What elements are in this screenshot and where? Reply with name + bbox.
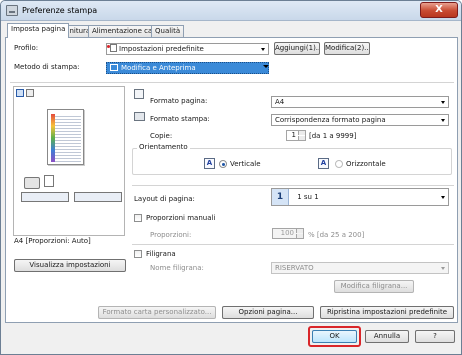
add-profile-button[interactable]: Aggiungi(1)... bbox=[274, 42, 320, 55]
window-title: Preferenze stampa bbox=[22, 6, 98, 15]
portrait-orientation-icon: A bbox=[204, 158, 215, 169]
profile-select[interactable]: Impostazioni predefinite bbox=[106, 43, 269, 55]
close-button[interactable]: X bbox=[420, 2, 458, 18]
landscape-radio[interactable] bbox=[335, 160, 343, 168]
manual-scaling-label: Proporzioni manuali bbox=[146, 214, 216, 222]
profile-label: Profilo: bbox=[14, 44, 39, 52]
chevron-down-icon bbox=[441, 119, 445, 122]
portrait-radio[interactable] bbox=[219, 160, 227, 168]
paper-stack-icon bbox=[44, 175, 54, 187]
printer-view-icon[interactable] bbox=[26, 89, 34, 97]
profile-value: Impostazioni predefinite bbox=[119, 45, 204, 53]
print-method-value: Modifica e Anteprima bbox=[121, 64, 196, 72]
orientation-group bbox=[132, 148, 452, 175]
tab-quality[interactable]: Qualità bbox=[151, 25, 185, 37]
printing-preferences-window: Preferenze stampa X Imposta pagina Finit… bbox=[0, 0, 462, 355]
scaling-range: % [da 25 a 200] bbox=[308, 231, 365, 239]
printer-icon bbox=[6, 5, 18, 16]
output-size-icon bbox=[134, 112, 145, 121]
page-preview-box bbox=[13, 86, 125, 236]
scaling-value: 100 bbox=[280, 229, 294, 237]
preview-window-icon bbox=[110, 64, 118, 71]
show-settings-button[interactable]: Visualizza impostazioni bbox=[14, 259, 126, 272]
chevron-down-icon bbox=[441, 267, 445, 270]
tab-panel: Profilo: Impostazioni predefinite Aggiun… bbox=[5, 37, 458, 323]
edit-watermark-button[interactable]: Modifica filigrana... bbox=[334, 280, 414, 293]
page-size-icon bbox=[134, 89, 144, 99]
custom-paper-size-button[interactable]: Formato carta personalizzato... bbox=[98, 306, 216, 319]
printer-icon bbox=[24, 177, 40, 189]
print-method-select[interactable]: Modifica e Anteprima bbox=[106, 62, 269, 74]
chevron-down-icon bbox=[441, 101, 445, 104]
preview-mode-icon[interactable] bbox=[16, 89, 24, 97]
duplex-settings-icon bbox=[21, 192, 69, 202]
output-size-select[interactable]: Corrispondenza formato pagina bbox=[271, 114, 449, 126]
preview-caption: A4 [Proporzioni: Auto] bbox=[14, 237, 91, 245]
watermark-name-label: Nome filigrana: bbox=[150, 264, 204, 272]
page-thumbnail bbox=[47, 109, 84, 165]
orientation-group-label: Orientamento bbox=[137, 143, 190, 151]
binding-settings-icon bbox=[74, 192, 122, 202]
page-size-label: Formato pagina: bbox=[150, 97, 208, 105]
watermark-value: RISERVATO bbox=[275, 264, 314, 272]
divider bbox=[132, 244, 454, 245]
restore-defaults-button[interactable]: Ripristina impostazioni predefinite bbox=[320, 306, 454, 319]
output-size-label: Formato stampa: bbox=[150, 115, 210, 123]
spin-up-icon[interactable] bbox=[296, 229, 303, 233]
watermark-checkbox[interactable] bbox=[134, 250, 142, 258]
chevron-down-icon bbox=[263, 65, 268, 68]
help-button[interactable]: ? bbox=[415, 330, 455, 343]
scaling-field-label: Proporzioni: bbox=[150, 231, 192, 239]
page-color-strip bbox=[51, 114, 55, 162]
portrait-label: Verticale bbox=[230, 160, 261, 168]
landscape-label: Orizzontale bbox=[346, 160, 386, 168]
scaling-spinner[interactable]: 100 bbox=[272, 228, 304, 239]
layout-page-icon: 1 bbox=[272, 189, 289, 205]
spin-up-icon[interactable] bbox=[298, 131, 305, 135]
copies-label: Copie: bbox=[150, 132, 173, 140]
landscape-orientation-icon: A bbox=[318, 158, 329, 169]
divider bbox=[132, 185, 454, 186]
layout-label: Layout di pagina: bbox=[134, 195, 195, 203]
page-options-button[interactable]: Opzioni pagina... bbox=[222, 306, 314, 319]
output-size-value: Corrispondenza formato pagina bbox=[275, 116, 386, 124]
print-method-label: Metodo di stampa: bbox=[14, 63, 80, 71]
divider bbox=[10, 82, 454, 83]
profile-document-icon bbox=[107, 44, 117, 52]
page-size-select[interactable]: A4 bbox=[271, 96, 449, 108]
chevron-down-icon bbox=[441, 196, 445, 199]
spin-down-icon[interactable] bbox=[296, 234, 303, 238]
spin-down-icon[interactable] bbox=[298, 136, 305, 140]
copies-value: 1 bbox=[291, 131, 296, 139]
layout-value: 1 su 1 bbox=[297, 193, 319, 201]
page-content-lines bbox=[51, 114, 81, 162]
watermark-label: Filigrana bbox=[146, 250, 176, 258]
ok-button[interactable]: OK bbox=[312, 330, 357, 343]
page-size-value: A4 bbox=[275, 98, 285, 106]
chevron-down-icon bbox=[261, 48, 265, 51]
title-bar: Preferenze stampa X bbox=[1, 1, 461, 21]
layout-select[interactable]: 1 1 su 1 bbox=[271, 188, 449, 206]
watermark-name-select[interactable]: RISERVATO bbox=[271, 262, 449, 274]
cancel-button[interactable]: Annulla bbox=[365, 330, 409, 343]
manual-scaling-checkbox[interactable] bbox=[134, 214, 142, 222]
tab-page-setup[interactable]: Imposta pagina bbox=[7, 23, 70, 38]
edit-profile-button[interactable]: Modifica(2)... bbox=[324, 42, 370, 55]
copies-spinner[interactable]: 1 bbox=[286, 130, 306, 141]
copies-range: [da 1 a 9999] bbox=[309, 132, 357, 140]
